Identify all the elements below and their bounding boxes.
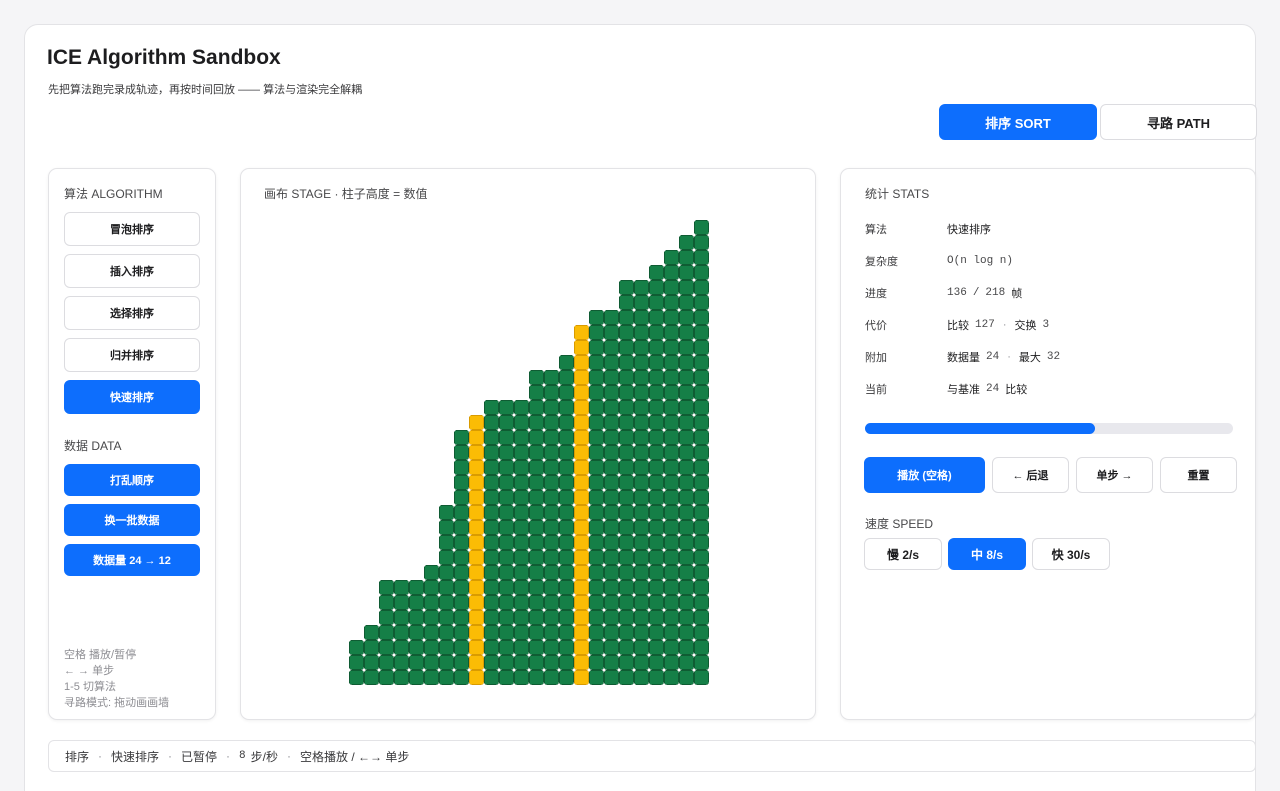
mode-tab-sort[interactable]: 排序 SORT — [939, 104, 1097, 140]
bar-18 — [619, 280, 634, 685]
status-speed-value: 8 — [239, 750, 246, 762]
status-state: 已暂停 — [181, 749, 218, 764]
bar-17 — [604, 310, 619, 685]
algo-button-merge-sort[interactable]: 归并排序 — [64, 338, 200, 372]
speed-title: 速度 SPEED — [865, 517, 934, 531]
hint-step: ← → 单步 — [64, 665, 115, 677]
reset-button[interactable]: 重置 — [1160, 457, 1237, 493]
speed-button-medium[interactable]: 中 8/s — [948, 538, 1026, 570]
bar-5 — [424, 565, 439, 685]
stat-max-value: 32 — [1046, 351, 1061, 363]
algo-button-selection-sort[interactable]: 选择排序 — [64, 296, 200, 330]
progress-bar-fill — [865, 423, 1095, 434]
stat-current-prefix: 与基准 — [947, 384, 980, 396]
stat-label-current: 当前 — [865, 384, 887, 396]
stat-progress-total: 218 — [985, 287, 1006, 299]
play-button[interactable]: 播放 (空格) — [864, 457, 985, 493]
hint-path-mode: 寻路模式: 拖动画画墙 — [64, 697, 170, 709]
algorithm-panel: 算法 ALGORITHM 冒泡排序 插入排序 选择排序 归并排序 快速排序 数据… — [48, 168, 216, 720]
bar-11 — [514, 400, 529, 685]
stat-value-algorithm: 快速排序 — [947, 224, 991, 236]
stat-label-extra: 附加 — [865, 352, 887, 364]
stat-row-current: 当前 与基准 24 比较 — [865, 380, 1027, 398]
shuffle-button[interactable]: 打乱顺序 — [64, 464, 200, 496]
speed-button-fast[interactable]: 快 30/s — [1032, 538, 1110, 570]
hint-switch-algo: 1-5 切算法 — [64, 681, 116, 693]
stage-panel: 画布 STAGE · 柱子高度 = 数值 — [240, 168, 816, 720]
stats-panel: 统计 STATS 算法 快速排序 复杂度 O(n log n) 进度 136 /… — [840, 168, 1256, 720]
status-bar: 排序 · 快速排序 · 已暂停 · 8 步/秒 · 空格播放 / ←→ 单步 — [48, 740, 1256, 772]
bar-15 — [574, 325, 589, 685]
bar-3 — [394, 580, 409, 685]
stats-title: 统计 STATS — [865, 187, 930, 201]
stat-progress-slash: / — [972, 287, 980, 299]
bar-0 — [349, 640, 364, 685]
status-speed-unit: 步/秒 — [250, 749, 278, 764]
algorithm-section-title: 算法 ALGORITHM — [64, 187, 163, 201]
stat-compare-value: 127 — [975, 319, 995, 331]
stat-row-extra: 附加 数据量 24 · 最大 32 — [865, 351, 1061, 364]
stat-progress-unit: 帧 — [1011, 288, 1023, 300]
stat-label-cost: 代价 — [865, 320, 887, 332]
algo-button-insertion-sort[interactable]: 插入排序 — [64, 254, 200, 288]
bar-22 — [679, 235, 694, 685]
stat-current-value: 24 — [986, 383, 1000, 395]
stat-row-algorithm: 算法 快速排序 — [865, 220, 991, 238]
hint-play-pause: 空格 播放/暂停 — [64, 649, 137, 661]
stat-row-cost: 代价 比较 127 · 交换 3 — [865, 319, 1050, 332]
bar-4 — [409, 580, 424, 685]
stat-label-algorithm: 算法 — [865, 224, 887, 236]
stat-size-value: 24 — [986, 351, 1000, 363]
back-button[interactable]: ← 后退 — [992, 457, 1069, 493]
status-mode: 排序 — [65, 749, 90, 764]
algo-button-bubble-sort[interactable]: 冒泡排序 — [64, 212, 200, 246]
mode-tab-path[interactable]: 寻路 PATH — [1100, 104, 1257, 140]
stat-current-suffix: 比较 — [1005, 384, 1028, 396]
bar-chart — [349, 220, 709, 685]
bar-19 — [634, 280, 649, 685]
stat-swap-value: 3 — [1042, 319, 1050, 331]
stat-size-label: 数据量 — [947, 352, 980, 364]
status-algorithm: 快速排序 — [111, 749, 160, 764]
bar-12 — [529, 370, 544, 685]
status-hint: 空格播放 / ←→ 单步 — [300, 749, 410, 764]
stat-row-progress: 进度 136 / 218 帧 — [865, 284, 1022, 302]
stat-value-complexity: O(n log n) — [947, 255, 1014, 267]
bar-2 — [379, 580, 394, 685]
bar-16 — [589, 310, 604, 685]
bar-13 — [544, 370, 559, 685]
bar-10 — [499, 400, 514, 685]
stat-swap-label: 交换 — [1014, 320, 1037, 332]
bar-8 — [469, 415, 484, 685]
stat-max-label: 最大 — [1018, 352, 1041, 364]
stat-row-complexity: 复杂度 O(n log n) — [865, 252, 1013, 270]
speed-button-slow[interactable]: 慢 2/s — [864, 538, 942, 570]
bar-1 — [364, 625, 379, 685]
data-size-button[interactable]: 数据量 24 → 12 — [64, 544, 200, 576]
step-button[interactable]: 单步 → — [1076, 457, 1153, 493]
stat-label-progress: 进度 — [865, 288, 887, 300]
bar-6 — [439, 505, 454, 685]
stat-label-complexity: 复杂度 — [865, 256, 898, 268]
bar-9 — [484, 400, 499, 685]
app-title: ICE Algorithm Sandbox — [47, 46, 281, 69]
progress-bar — [865, 423, 1233, 434]
bar-21 — [664, 250, 679, 685]
data-section-title: 数据 DATA — [64, 439, 122, 453]
bar-14 — [559, 355, 574, 685]
new-data-button[interactable]: 换一批数据 — [64, 504, 200, 536]
algo-button-quick-sort[interactable]: 快速排序 — [64, 380, 200, 414]
app-subtitle: 先把算法跑完录成轨迹，再按时间回放 —— 算法与渲染完全解耦 — [48, 84, 363, 96]
bar-7 — [454, 430, 469, 685]
bar-20 — [649, 265, 664, 685]
stat-progress-current: 136 — [947, 287, 967, 299]
bar-23 — [694, 220, 709, 685]
stat-compare-label: 比较 — [947, 320, 969, 332]
